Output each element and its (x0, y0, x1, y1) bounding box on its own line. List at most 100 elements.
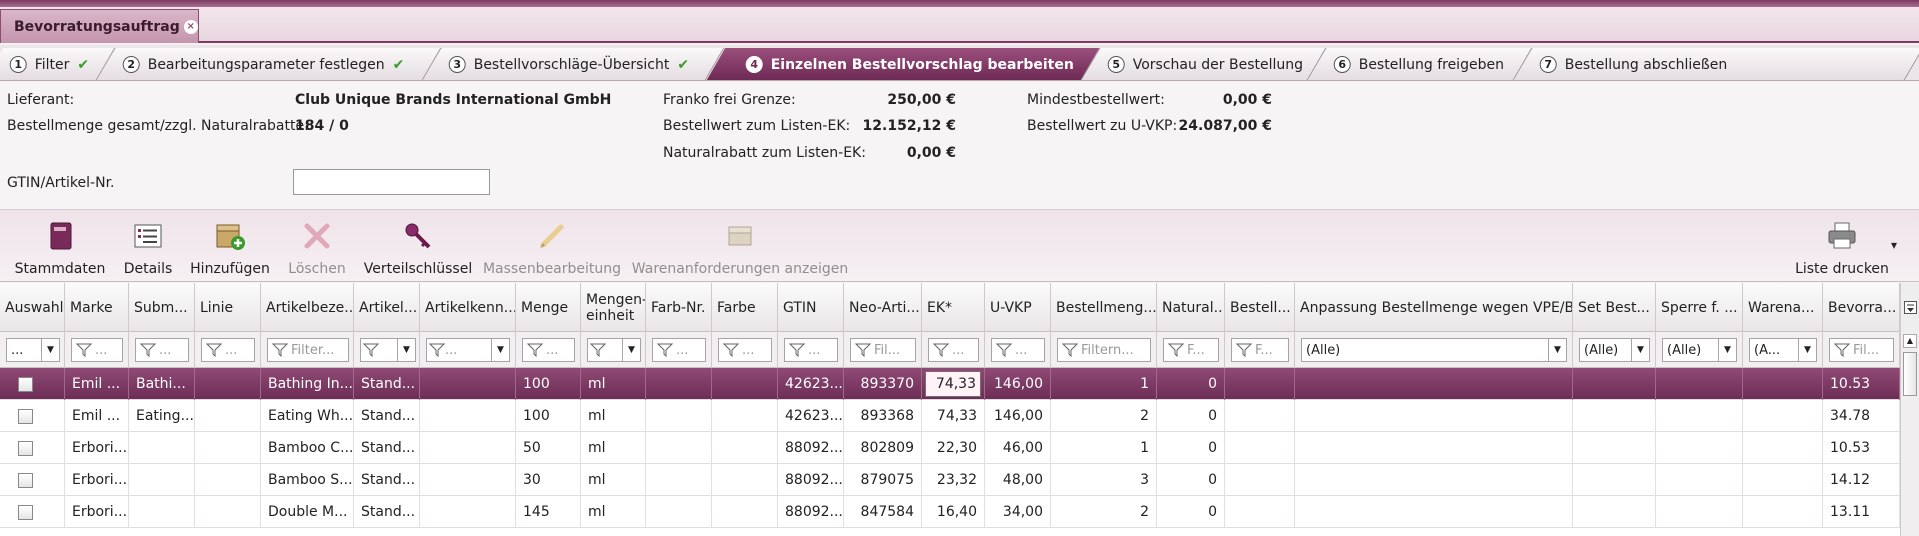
scroll-thumb[interactable] (1903, 352, 1917, 396)
table-row[interactable]: Erbori... Double M... Stand... 145 ml 88092..… (0, 496, 1900, 528)
cell-bevorra[interactable]: 13.11 (1823, 496, 1900, 528)
close-icon[interactable]: × (183, 19, 198, 34)
cell-neoart[interactable]: 802809 (844, 432, 922, 464)
cell-artkenn[interactable] (420, 368, 516, 400)
table-row[interactable]: Emil ... Bathi... Bathing In... Stand... 100… (0, 368, 1900, 400)
cell-artbez[interactable]: Bathing In... (261, 368, 354, 400)
col-bestellmenge[interactable]: Bestellmeng... (1051, 283, 1157, 332)
col-artikel[interactable]: Artikel... (354, 283, 420, 332)
cell-warena[interactable] (1743, 400, 1823, 432)
cell-menge[interactable]: 145 (516, 496, 581, 528)
col-farb-nr[interactable]: Farb-Nr. (646, 283, 712, 332)
cell-einheit[interactable]: ml (581, 368, 646, 400)
cell-linie[interactable] (195, 432, 261, 464)
cell-artkenn[interactable] (420, 432, 516, 464)
filter-bevorratung[interactable]: Fil... (1829, 338, 1894, 362)
cell-gtin[interactable]: 88092... (778, 464, 844, 496)
liste-drucken-dropdown-arrow[interactable]: ▾ (1891, 238, 1897, 252)
col-mengeneinheit[interactable]: Mengen- einheit (581, 283, 646, 332)
col-artikelkennung[interactable]: Artikelkenn... (420, 283, 516, 332)
wizard-step-vorschau[interactable]: 5 Vorschau der Bestellung (1082, 48, 1327, 80)
hinzufuegen-button[interactable]: Hinzufügen (190, 210, 270, 283)
cell-sperre[interactable] (1656, 368, 1743, 400)
cell-subm[interactable] (129, 432, 195, 464)
cell-farbe[interactable] (712, 464, 778, 496)
cell-bestell[interactable] (1225, 368, 1295, 400)
filter-u-vkp[interactable]: ... (991, 338, 1045, 362)
cell-gtin[interactable]: 42623... (778, 400, 844, 432)
cell-anpassung[interactable] (1295, 400, 1573, 432)
cell-farbnr[interactable] (646, 432, 712, 464)
cell-menge[interactable]: 100 (516, 400, 581, 432)
cell-setbest[interactable] (1573, 400, 1656, 432)
scroll-up-icon[interactable]: ▲ (1903, 334, 1917, 348)
cell-bestmeng[interactable]: 2 (1051, 496, 1157, 528)
cell-setbest[interactable] (1573, 368, 1656, 400)
wizard-step-bestellvorschlaege[interactable]: 3 Bestellvorschläge-Übersicht ✔ (423, 48, 725, 80)
cell-setbest[interactable] (1573, 432, 1656, 464)
cell-neoart[interactable]: 847584 (844, 496, 922, 528)
liste-drucken-button[interactable]: Liste drucken (1795, 210, 1889, 283)
filter-warenanforderung[interactable]: (A... ▼ (1749, 338, 1817, 362)
cell-bevorra[interactable]: 14.12 (1823, 464, 1900, 496)
cell-gtin[interactable]: 88092... (778, 496, 844, 528)
cell-artbez[interactable]: Bamboo C... (261, 432, 354, 464)
cell-subm[interactable]: Bathi... (129, 368, 195, 400)
gtin-input[interactable] (293, 169, 490, 195)
cell-linie[interactable] (195, 464, 261, 496)
cell-einheit[interactable]: ml (581, 400, 646, 432)
cell-linie[interactable] (195, 496, 261, 528)
filter-auswahl[interactable]: ... ▼ (6, 338, 60, 362)
cell-linie[interactable] (195, 368, 261, 400)
cell-ek[interactable]: 16,40 (922, 496, 985, 528)
cell-anpassung[interactable] (1295, 464, 1573, 496)
cell-ek[interactable]: 74,33 (922, 368, 985, 400)
cell-natural[interactable]: 0 (1157, 496, 1225, 528)
cell-warena[interactable] (1743, 464, 1823, 496)
cell-uvkp[interactable]: 146,00 (985, 368, 1051, 400)
cell-sperre[interactable] (1656, 400, 1743, 432)
row-checkbox[interactable] (18, 376, 33, 392)
details-button[interactable]: Details (123, 210, 173, 283)
cell-einheit[interactable]: ml (581, 432, 646, 464)
verteilschluessel-button[interactable]: Verteilschlüssel (364, 210, 472, 283)
cell-auswahl[interactable] (0, 496, 65, 528)
filter-menge[interactable]: ... (522, 338, 575, 362)
cell-bestell[interactable] (1225, 496, 1295, 528)
cell-bestell[interactable] (1225, 464, 1295, 496)
cell-natural[interactable]: 0 (1157, 464, 1225, 496)
cell-menge[interactable]: 30 (516, 464, 581, 496)
filter-artikelkennung[interactable]: ... ▼ (426, 338, 510, 362)
loeschen-button[interactable]: Löschen (288, 210, 346, 283)
row-checkbox[interactable] (18, 440, 33, 456)
cell-anpassung[interactable] (1295, 432, 1573, 464)
wizard-step-einzelnen-bestellvorschlag[interactable]: 4 Einzelnen Bestellvorschlag bearbeiten (706, 48, 1101, 80)
filter-bestellmenge[interactable]: Filtern... (1057, 338, 1151, 362)
filter-anpassung[interactable]: (Alle) ▼ (1301, 338, 1567, 362)
filter-linie[interactable]: ... (201, 338, 255, 362)
vertical-scrollbar[interactable]: ▲ (1900, 332, 1919, 536)
cell-neoart[interactable]: 893370 (844, 368, 922, 400)
cell-anpassung[interactable] (1295, 496, 1573, 528)
wizard-step-filter[interactable]: 1 Filter ✔ (0, 48, 116, 80)
cell-bevorra[interactable]: 34.78 (1823, 400, 1900, 432)
massenbearbeitung-button[interactable]: Massenbearbeitung (483, 210, 621, 283)
warenanforderungen-button[interactable]: Warenanforderungen anzeigen (632, 210, 848, 283)
cell-artikel[interactable]: Stand... (354, 464, 420, 496)
cell-marke[interactable]: Erbori... (65, 496, 129, 528)
filter-artikel[interactable]: ▼ (360, 338, 416, 362)
cell-bestell[interactable] (1225, 432, 1295, 464)
filter-gtin[interactable]: ... (784, 338, 838, 362)
cell-farbe[interactable] (712, 368, 778, 400)
table-row[interactable]: Erbori... Bamboo C... Stand... 50 ml 88092...… (0, 432, 1900, 464)
filter-farbe[interactable]: ... (718, 338, 772, 362)
col-auswahl[interactable]: Auswahl (0, 283, 65, 332)
col-menge[interactable]: Menge (516, 283, 581, 332)
cell-linie[interactable] (195, 400, 261, 432)
cell-warena[interactable] (1743, 432, 1823, 464)
doc-tab-bevorratungsauftrag[interactable]: Bevorratungsauftrag × (0, 9, 199, 43)
ek-edit-input[interactable]: 74,33 (925, 371, 981, 397)
cell-einheit[interactable]: ml (581, 464, 646, 496)
cell-artikel[interactable]: Stand... (354, 368, 420, 400)
cell-anpassung[interactable] (1295, 368, 1573, 400)
